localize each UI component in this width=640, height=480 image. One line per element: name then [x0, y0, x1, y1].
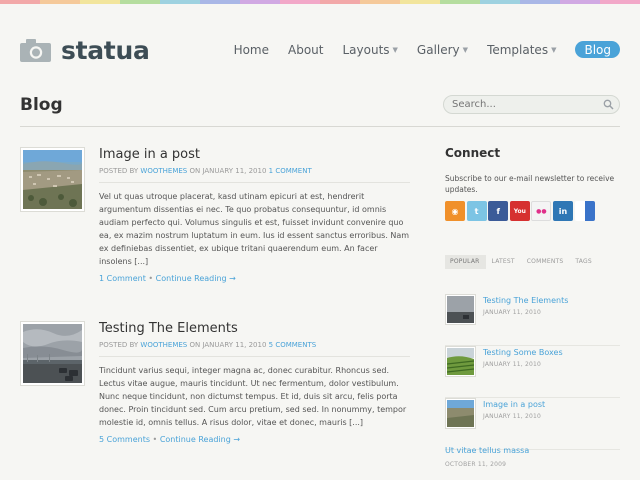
- comments-count-link[interactable]: 5 Comments: [99, 435, 150, 444]
- nav-templates[interactable]: Templates ▼: [487, 42, 556, 58]
- cloudy-parking-photo: [23, 324, 83, 383]
- popular-date: JANUARY 11, 2010: [483, 361, 542, 368]
- site-name: statua: [61, 36, 150, 65]
- popular-date: JANUARY 11, 2010: [483, 413, 542, 420]
- main-nav: Home About Layouts ▼ Gallery ▼ Templates ▼ …: [215, 41, 620, 58]
- meta-prefix: POSTED BY: [99, 167, 139, 175]
- nav-label: Templates: [487, 42, 549, 57]
- list-item: Testing Some Boxes JANUARY 11, 2010: [445, 346, 620, 398]
- tab-popular[interactable]: POPULAR: [445, 255, 486, 269]
- nav-layouts[interactable]: Layouts ▼: [342, 42, 397, 58]
- rainbow-bar: [0, 0, 640, 4]
- coastal-town-photo: [23, 150, 83, 209]
- chevron-down-icon: ▼: [551, 45, 557, 54]
- list-item: Ut vitae tellus massa OCTOBER 11, 2009: [445, 442, 620, 480]
- parking-photo: [447, 296, 474, 323]
- connect-description: Subscribe to our e-mail newsletter to re…: [445, 174, 615, 194]
- post-title[interactable]: Image in a post: [99, 147, 410, 162]
- continue-reading-link[interactable]: Continue Reading →: [156, 274, 236, 283]
- comments-count-link[interactable]: 1 Comment: [99, 274, 146, 283]
- nav-label: About: [288, 42, 324, 57]
- comments-link[interactable]: 1 COMMENT: [269, 167, 312, 175]
- connect-widget: Connect Subscribe to our e-mail newslett…: [445, 146, 620, 221]
- search-input[interactable]: [443, 95, 620, 114]
- twitter-icon[interactable]: t: [466, 201, 487, 221]
- post-footer: 5 Comments • Continue Reading →: [99, 435, 410, 444]
- nav-label: Blog: [584, 42, 611, 57]
- social-icons: ◉ t f You ●● in: [445, 201, 620, 221]
- separator: •: [148, 274, 154, 283]
- chevron-down-icon: ▼: [392, 45, 398, 54]
- meta-prefix: POSTED BY: [99, 341, 139, 349]
- search-icon[interactable]: [603, 99, 614, 110]
- list-item: Testing The Elements JANUARY 11, 2010: [445, 294, 620, 346]
- post-title[interactable]: Testing The Elements: [99, 321, 410, 336]
- post-thumbnail[interactable]: [20, 321, 85, 386]
- tab-tags[interactable]: TAGS: [569, 255, 597, 269]
- facebook-icon[interactable]: f: [488, 201, 509, 221]
- popular-title[interactable]: Testing The Elements: [483, 296, 568, 305]
- separator: •: [152, 435, 158, 444]
- author-link[interactable]: WOOTHEMES: [140, 341, 187, 349]
- vineyard-photo: [446, 348, 475, 375]
- connect-title: Connect: [445, 146, 501, 160]
- popular-title[interactable]: Testing Some Boxes: [483, 348, 563, 357]
- post-meta: POSTED BY WOOTHEMES ON JANUARY 11, 2010 …: [99, 166, 410, 183]
- post-excerpt: Tincidunt varius sequi, integer magna ac…: [99, 366, 407, 427]
- delicious-icon[interactable]: [574, 201, 595, 221]
- post-date: ON JANUARY 11, 2010: [189, 167, 267, 175]
- tabs-widget: POPULAR LATEST COMMENTS TAGS Testing The…: [445, 255, 620, 480]
- post-footer: 1 Comment • Continue Reading →: [99, 274, 410, 283]
- popular-thumbnail[interactable]: [445, 398, 476, 429]
- popular-title[interactable]: Image in a post: [483, 400, 545, 409]
- site-logo[interactable]: statua: [20, 36, 150, 65]
- tab-comments[interactable]: COMMENTS: [521, 255, 570, 269]
- nav-blog[interactable]: Blog: [575, 41, 620, 58]
- nav-about[interactable]: About: [288, 42, 323, 58]
- popular-date: OCTOBER 11, 2009: [445, 461, 507, 468]
- tab-latest[interactable]: LATEST: [486, 255, 521, 269]
- post-excerpt: Vel ut quas utroque placerat, kasd utina…: [99, 192, 410, 266]
- popular-thumbnail[interactable]: [445, 294, 476, 325]
- page-title: Blog: [20, 95, 63, 115]
- coastal-town-photo: [447, 400, 474, 427]
- continue-reading-link[interactable]: Continue Reading →: [160, 435, 240, 444]
- rss-icon[interactable]: ◉: [445, 201, 465, 221]
- post-thumbnail[interactable]: [20, 147, 85, 212]
- popular-title[interactable]: Ut vitae tellus massa: [445, 446, 529, 455]
- comments-link[interactable]: 5 COMMENTS: [269, 341, 317, 349]
- widget-tabs: POPULAR LATEST COMMENTS TAGS: [445, 255, 620, 269]
- linkedin-icon[interactable]: in: [552, 201, 573, 221]
- header-divider: [20, 126, 620, 127]
- author-link[interactable]: WOOTHEMES: [140, 167, 187, 175]
- flickr-icon[interactable]: ●●: [531, 201, 552, 221]
- nav-label: Home: [233, 42, 269, 57]
- post-date: ON JANUARY 11, 2010: [189, 341, 267, 349]
- nav-gallery[interactable]: Gallery ▼: [417, 42, 468, 58]
- nav-label: Gallery: [416, 42, 460, 57]
- popular-date: JANUARY 11, 2010: [483, 309, 542, 316]
- nav-label: Layouts: [342, 42, 390, 57]
- post-meta: POSTED BY WOOTHEMES ON JANUARY 11, 2010 …: [99, 340, 410, 357]
- nav-home[interactable]: Home: [234, 42, 269, 58]
- popular-thumbnail[interactable]: [445, 346, 476, 377]
- youtube-icon[interactable]: You: [509, 201, 530, 221]
- chevron-down-icon: ▼: [462, 45, 469, 54]
- camera-icon: [20, 39, 51, 62]
